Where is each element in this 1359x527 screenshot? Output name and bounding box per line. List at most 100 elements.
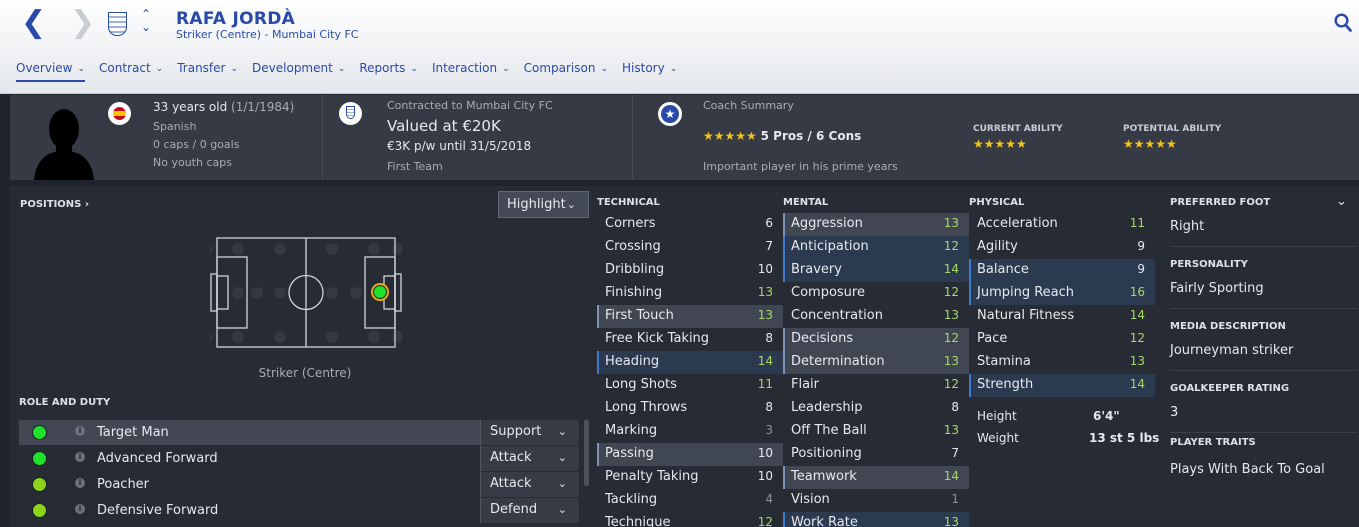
attribute-name: Teamwork (791, 469, 857, 484)
attribute-row[interactable]: Heading 14 (597, 351, 783, 374)
attribute-row[interactable]: Aggression 13 (783, 213, 969, 236)
attribute-row[interactable]: Balance 9 (969, 259, 1155, 282)
info-icon[interactable]: i (75, 452, 85, 462)
attribute-row[interactable]: Leadership 8 (783, 397, 969, 420)
attribute-row[interactable]: Natural Fitness 14 (969, 305, 1155, 328)
chevron-down-icon: ⌄ (230, 64, 239, 74)
attribute-row[interactable]: Long Throws 8 (597, 397, 783, 420)
role-row[interactable]: i Defensive Forward Defend ⌄ (19, 498, 579, 523)
attribute-value: 11 (757, 377, 773, 391)
chevron-down-icon: ⌄ (337, 64, 346, 74)
attribute-row[interactable]: Positioning 7 (783, 443, 969, 466)
attribute-row[interactable]: Dribbling 10 (597, 259, 783, 282)
attribute-row[interactable]: Marking 3 (597, 420, 783, 443)
mumbai-city-badge-icon[interactable] (108, 12, 127, 36)
attribute-row[interactable]: Work Rate 13 (783, 512, 969, 527)
tab-comparison[interactable]: Comparison ⌄ (524, 61, 608, 82)
attribute-name: Free Kick Taking (605, 331, 710, 346)
attribute-name: Passing (605, 446, 654, 461)
coach-star-icon[interactable]: ★ (658, 102, 682, 126)
coach-stars-icon: ★★★★★ (703, 129, 757, 143)
highlight-dropdown[interactable]: Highlight ⌄ (498, 191, 589, 218)
search-icon[interactable] (1334, 13, 1352, 33)
duty-dropdown[interactable]: Attack ⌄ (480, 472, 579, 497)
attribute-value: 13 (757, 285, 773, 299)
role-row[interactable]: i Advanced Forward Attack ⌄ (19, 446, 579, 471)
attribute-row[interactable]: Bravery 14 (783, 259, 969, 282)
role-row[interactable]: i Poacher Attack ⌄ (19, 472, 579, 497)
tab-history[interactable]: History ⌄ (622, 61, 677, 82)
divider (1170, 246, 1358, 247)
attribute-row[interactable]: Corners 6 (597, 213, 783, 236)
striker-position-marker[interactable] (373, 285, 387, 299)
contract-club-badge-icon[interactable] (339, 102, 362, 125)
attribute-row[interactable]: Technique 12 (597, 512, 783, 527)
role-name: Defensive Forward (97, 503, 219, 518)
attribute-name: Long Shots (605, 377, 677, 392)
duty-dropdown[interactable]: Support ⌄ (480, 420, 579, 445)
attribute-value: 11 (1129, 216, 1145, 230)
attribute-row[interactable]: Penalty Taking 10 (597, 466, 783, 489)
info-icon[interactable]: i (75, 504, 85, 514)
attribute-row[interactable]: Composure 12 (783, 282, 969, 305)
player-trait-item[interactable]: Plays With Back To Goal (1170, 462, 1325, 477)
attribute-value: 3 (765, 423, 773, 437)
duty-dropdown[interactable]: Attack ⌄ (480, 446, 579, 471)
attribute-row[interactable]: Long Shots 11 (597, 374, 783, 397)
player-switch-arrows-icon[interactable]: ⌃ ⌄ (139, 8, 153, 34)
tab-development[interactable]: Development ⌄ (252, 61, 345, 82)
attribute-row[interactable]: Off The Ball 13 (783, 420, 969, 443)
info-icon[interactable]: i (75, 426, 85, 436)
attribute-row[interactable]: Acceleration 11 (969, 213, 1155, 236)
chevron-down-icon: ⌄ (155, 64, 164, 74)
tab-label: Development (252, 61, 333, 75)
attribute-value: 9 (1137, 239, 1145, 253)
attribute-row[interactable]: First Touch 13 (597, 305, 783, 328)
attribute-name: Heading (605, 354, 660, 369)
attribute-row[interactable]: Anticipation 12 (783, 236, 969, 259)
spain-flag-icon[interactable] (108, 102, 131, 125)
wage-text: €3K p/w until 31/5/2018 (387, 139, 532, 153)
tab-interaction[interactable]: Interaction ⌄ (432, 61, 510, 82)
attribute-row[interactable]: Finishing 13 (597, 282, 783, 305)
preferred-foot-label: PREFERRED FOOT (1170, 197, 1271, 208)
attribute-row[interactable]: Free Kick Taking 8 (597, 328, 783, 351)
coach-rating[interactable]: ★★★★★ 5 Pros / 6 Cons (703, 129, 861, 143)
attribute-row[interactable]: Crossing 7 (597, 236, 783, 259)
chevron-down-icon[interactable]: ⌄ (1336, 195, 1347, 208)
attribute-value: 14 (1129, 377, 1145, 391)
attribute-row[interactable]: Tackling 4 (597, 489, 783, 512)
role-row[interactable]: i Target Man Support ⌄ (19, 420, 579, 445)
tab-reports[interactable]: Reports ⌄ (359, 61, 418, 82)
attribute-row[interactable]: Concentration 13 (783, 305, 969, 328)
back-arrow-icon[interactable]: ❮ (21, 8, 46, 38)
attribute-row[interactable]: Teamwork 14 (783, 466, 969, 489)
positions-label[interactable]: POSITIONS › (20, 199, 89, 210)
tab-overview[interactable]: Overview ⌄ (16, 61, 86, 82)
tab-label: Comparison (523, 61, 596, 75)
attribute-name: Vision (791, 492, 830, 507)
attribute-row[interactable]: Passing 10 (597, 443, 783, 466)
duty-dropdown[interactable]: Defend ⌄ (480, 498, 579, 523)
tab-label: Transfer (177, 61, 226, 75)
attribute-row[interactable]: Pace 12 (969, 328, 1155, 351)
potential-ability-stars-icon: ★★★★★ (1123, 137, 1177, 151)
chevron-down-icon: ⌄ (557, 425, 567, 438)
tab-contract[interactable]: Contract ⌄ (99, 61, 163, 82)
role-list-scrollbar[interactable] (584, 420, 589, 486)
attribute-row[interactable]: Stamina 13 (969, 351, 1155, 374)
attribute-row[interactable]: Determination 13 (783, 351, 969, 374)
player-subtitle[interactable]: Striker (Centre) - Mumbai City FC (176, 28, 358, 41)
attribute-value: 8 (765, 331, 773, 345)
attribute-value: 13 (943, 354, 959, 368)
info-icon[interactable]: i (75, 478, 85, 488)
attribute-row[interactable]: Decisions 12 (783, 328, 969, 351)
attribute-row[interactable]: Vision 1 (783, 489, 969, 512)
role-suitability-dot (32, 425, 47, 440)
attribute-row[interactable]: Flair 12 (783, 374, 969, 397)
attribute-row[interactable]: Jumping Reach 16 (969, 282, 1155, 305)
attribute-row[interactable]: Strength 14 (969, 374, 1155, 397)
attribute-row[interactable]: Agility 9 (969, 236, 1155, 259)
forward-arrow-icon[interactable]: ❯ (70, 8, 95, 38)
tab-transfer[interactable]: Transfer ⌄ (177, 61, 238, 82)
